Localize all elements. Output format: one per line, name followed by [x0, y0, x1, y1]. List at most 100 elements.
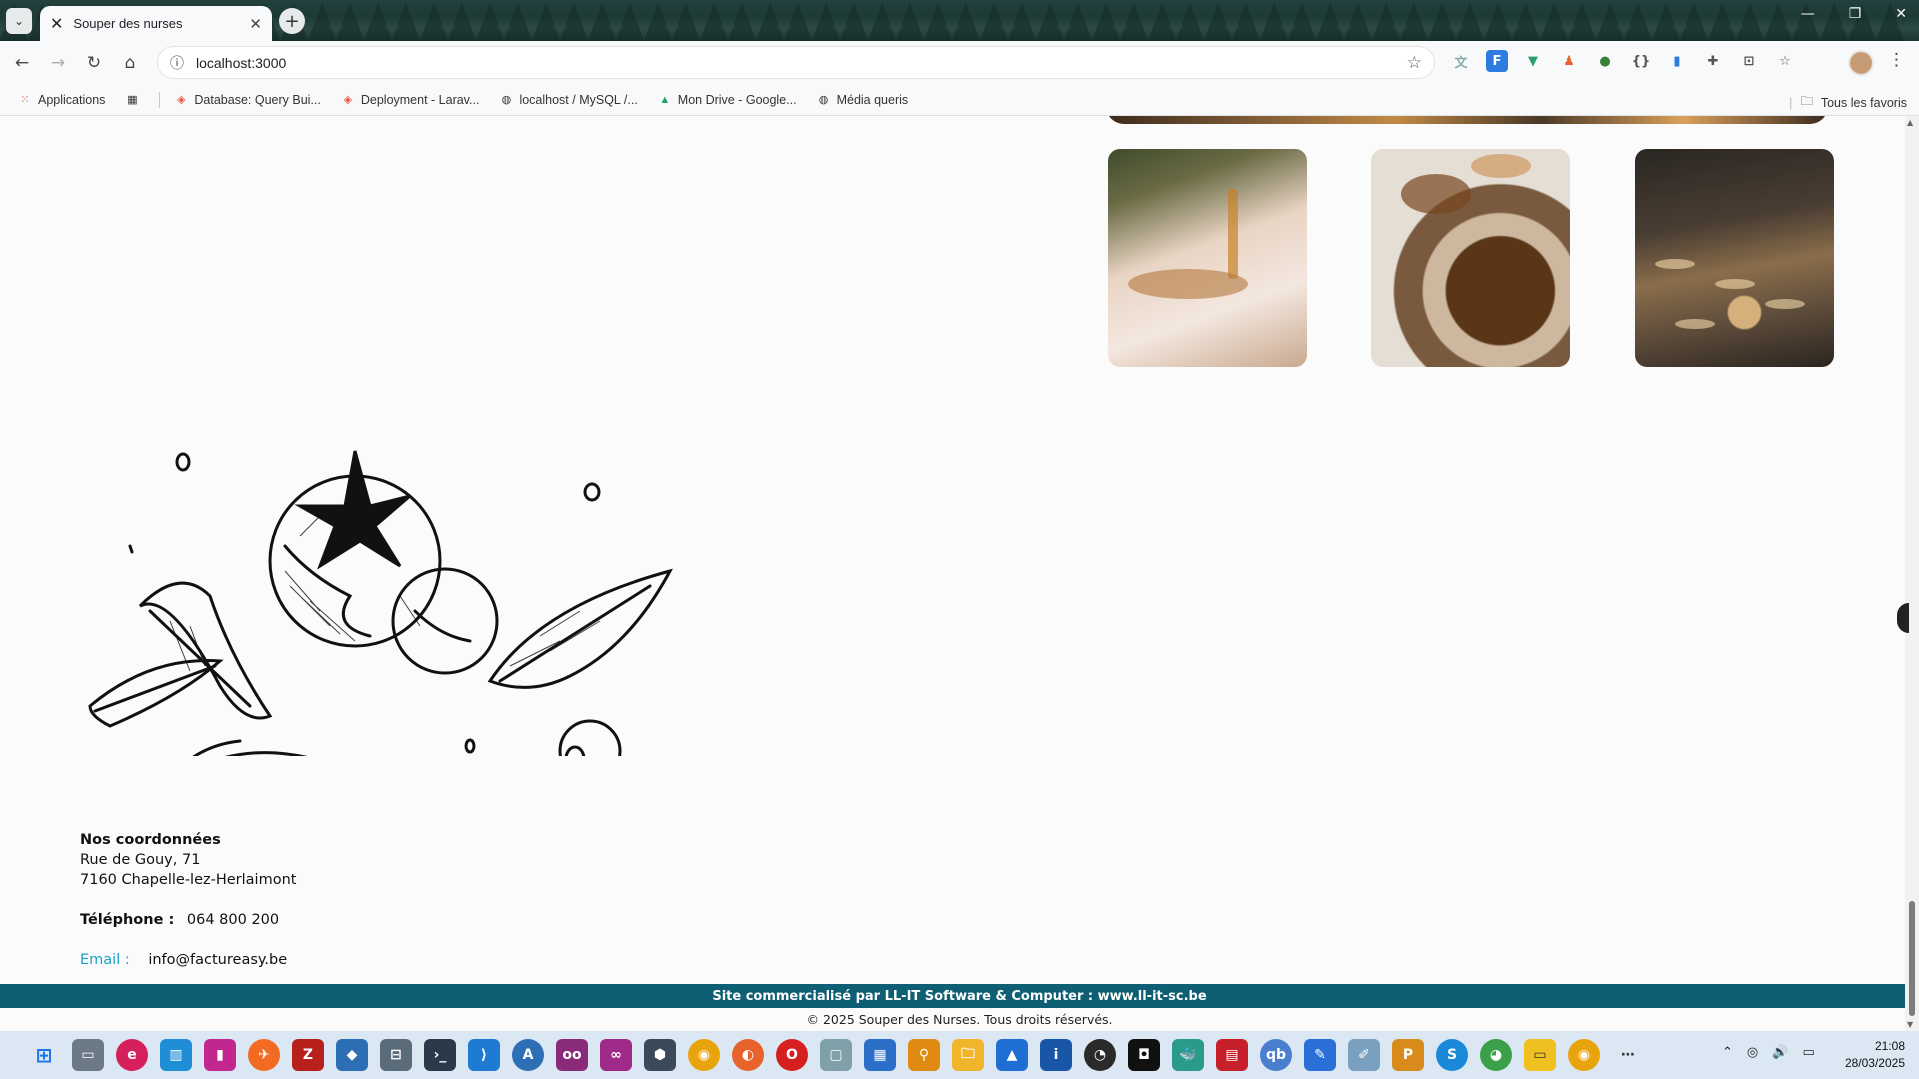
document-app-icon[interactable]: ▤: [1216, 1039, 1248, 1071]
bookmark-google-drive[interactable]: ▲ Mon Drive - Google...: [658, 92, 797, 107]
chrome-icon[interactable]: ◉: [688, 1039, 720, 1071]
bookmark-label: Mon Drive - Google...: [677, 92, 797, 107]
email-value[interactable]: info@factureasy.be: [148, 952, 287, 968]
earth-extension-icon[interactable]: ●: [1594, 50, 1616, 72]
reload-icon[interactable]: ↻: [76, 53, 112, 73]
vue-devtools-icon[interactable]: ▼: [1522, 50, 1544, 72]
bookmark-applications[interactable]: ⁙ Applications: [18, 93, 105, 107]
screenshot-icon[interactable]: ⊡: [1738, 50, 1760, 72]
url-text[interactable]: localhost:3000: [196, 55, 1407, 71]
forward-arrow-icon[interactable]: →: [40, 53, 76, 73]
task-view-icon[interactable]: ▭: [72, 1039, 104, 1071]
minimize-icon[interactable]: —: [1801, 6, 1815, 22]
tray-expand-icon[interactable]: ⌃: [1722, 1045, 1733, 1060]
app-blue-icon[interactable]: ▥: [160, 1039, 192, 1071]
battery-icon[interactable]: ▭: [1802, 1045, 1814, 1060]
plus-icon: +: [284, 10, 300, 32]
bookmarks-manager-icon[interactable]: ☆: [1774, 50, 1796, 72]
footer-commercial-bar: Site commercialisé par LL-IT Software & …: [0, 984, 1919, 1008]
filezilla-icon[interactable]: Z: [292, 1039, 324, 1071]
phone-value[interactable]: 064 800 200: [187, 912, 279, 928]
bookmark-label: localhost / MySQL /...: [519, 92, 638, 107]
firefox-icon[interactable]: ◐: [732, 1039, 764, 1071]
scroll-up-arrow-icon[interactable]: ▲: [1907, 118, 1913, 127]
profile-avatar[interactable]: [1848, 50, 1874, 76]
app-gray-square-icon[interactable]: ▢: [820, 1039, 852, 1071]
app-pen-icon[interactable]: ✐: [1348, 1039, 1380, 1071]
network-icon[interactable]: ◎: [1747, 1045, 1758, 1060]
opera-icon[interactable]: O: [776, 1039, 808, 1071]
notepad-icon[interactable]: ✎: [1304, 1039, 1336, 1071]
postman-icon[interactable]: ✈: [248, 1039, 280, 1071]
search-app-icon[interactable]: ⚲: [908, 1039, 940, 1071]
qbittorrent-icon[interactable]: qb: [1260, 1039, 1292, 1071]
puzzle-extensions-icon[interactable]: ✚: [1702, 50, 1724, 72]
address-line-2: 7160 Chapelle-lez-Herlaimont: [80, 872, 297, 888]
more-apps-icon[interactable]: ⋯: [1612, 1039, 1644, 1071]
windows-start-icon[interactable]: ⊞: [28, 1039, 60, 1071]
app-color-wheel-icon[interactable]: ◕: [1480, 1039, 1512, 1071]
close-tab-icon[interactable]: ✕: [249, 15, 262, 33]
pdf-app-icon[interactable]: P: [1392, 1039, 1424, 1071]
footer-commercial-text[interactable]: Site commercialisé par LL-IT Software & …: [712, 989, 1206, 1004]
clipboard-extension-icon[interactable]: ▮: [1666, 50, 1688, 72]
volume-icon[interactable]: 🔊: [1772, 1045, 1788, 1060]
media-app-icon[interactable]: ◘: [1128, 1039, 1160, 1071]
phone-label: Téléphone :: [80, 912, 175, 928]
bookmarks-separator: |: [1789, 95, 1793, 110]
browser-tab-active[interactable]: ✕ Souper des nurses ✕: [40, 6, 272, 41]
close-window-icon[interactable]: ✕: [1895, 6, 1907, 22]
site-info-icon[interactable]: ⓘ: [170, 53, 184, 73]
bookmark-label: Deployment - Larav...: [360, 92, 480, 107]
app-red-circle-icon[interactable]: e: [116, 1039, 148, 1071]
clock-app-icon[interactable]: ◔: [1084, 1039, 1116, 1071]
scroll-down-arrow-icon[interactable]: ▼: [1907, 1020, 1913, 1029]
page-scrollbar[interactable]: ▲ ▼: [1905, 116, 1919, 1031]
app-infinity-icon[interactable]: ∞: [600, 1039, 632, 1071]
app-a-icon[interactable]: A: [512, 1039, 544, 1071]
app-glasses-icon[interactable]: oo: [556, 1039, 588, 1071]
side-panel-handle[interactable]: [1897, 603, 1909, 633]
bookmark-query-builder[interactable]: ◈ Database: Query Bui...: [174, 93, 321, 107]
docker-icon[interactable]: 🐳: [1172, 1039, 1204, 1071]
git-tool-icon[interactable]: ◆: [336, 1039, 368, 1071]
vscode-icon[interactable]: ⟩: [468, 1039, 500, 1071]
back-arrow-icon[interactable]: ←: [4, 53, 40, 73]
info-app-icon[interactable]: i: [1040, 1039, 1072, 1071]
powershell-icon[interactable]: ›_: [424, 1039, 456, 1071]
apps-grid-icon: ⁙: [20, 94, 30, 106]
sticky-notes-icon[interactable]: ▭: [1524, 1039, 1556, 1071]
contact-heading: Nos coordonnées: [80, 832, 221, 848]
restore-icon[interactable]: ❐: [1849, 6, 1862, 22]
new-tab-button[interactable]: +: [279, 8, 305, 34]
fi-extension-icon[interactable]: F: [1486, 50, 1508, 72]
bookmark-deployment[interactable]: ◈ Deployment - Larav...: [341, 93, 480, 107]
contact-section: Nos coordonnées Rue de Gouy, 71 7160 Cha…: [80, 830, 296, 970]
chess-piece-extension-icon[interactable]: ♟: [1558, 50, 1580, 72]
bookmark-tab-groups[interactable]: ▦: [125, 93, 139, 107]
browser-toolbar: ← → ↻ ⌂ ⓘ localhost:3000 ☆ 文 F ▼ ♟ ● {} …: [0, 41, 1919, 84]
chrome-active-icon[interactable]: ◉: [1568, 1039, 1600, 1071]
file-explorer-icon[interactable]: 🗀: [952, 1039, 984, 1071]
taskbar-clock[interactable]: 21:08 28/03/2025: [1845, 1038, 1905, 1072]
translate-extension-icon[interactable]: 文: [1450, 50, 1472, 72]
google-drive-icon: ▲: [659, 93, 671, 106]
json-extension-icon[interactable]: {}: [1630, 50, 1652, 72]
bookmark-media-queries[interactable]: ◍ Média queris: [817, 93, 908, 107]
bookmark-phpmyadmin[interactable]: ◍ localhost / MySQL /...: [499, 92, 638, 107]
address-bar[interactable]: ⓘ localhost:3000 ☆: [157, 46, 1435, 79]
home-icon[interactable]: ⌂: [112, 53, 148, 73]
laravel-icon: ◈: [177, 94, 186, 106]
phpstorm-icon[interactable]: ▮: [204, 1039, 236, 1071]
box-3d-icon[interactable]: ⬢: [644, 1039, 676, 1071]
bookmark-star-icon[interactable]: ☆: [1407, 53, 1422, 73]
store-icon[interactable]: ▦: [864, 1039, 896, 1071]
more-menu-icon[interactable]: ⋮: [1888, 50, 1905, 70]
all-bookmarks-label: Tous les favoris: [1820, 95, 1907, 110]
skype-icon[interactable]: S: [1436, 1039, 1468, 1071]
scrollbar-thumb[interactable]: [1909, 901, 1915, 1016]
azure-icon[interactable]: ▲: [996, 1039, 1028, 1071]
network-tool-icon[interactable]: ⊟: [380, 1039, 412, 1071]
tab-search-button[interactable]: ⌄: [6, 8, 32, 34]
all-bookmarks[interactable]: | 🗀 Tous les favoris: [1789, 92, 1907, 113]
